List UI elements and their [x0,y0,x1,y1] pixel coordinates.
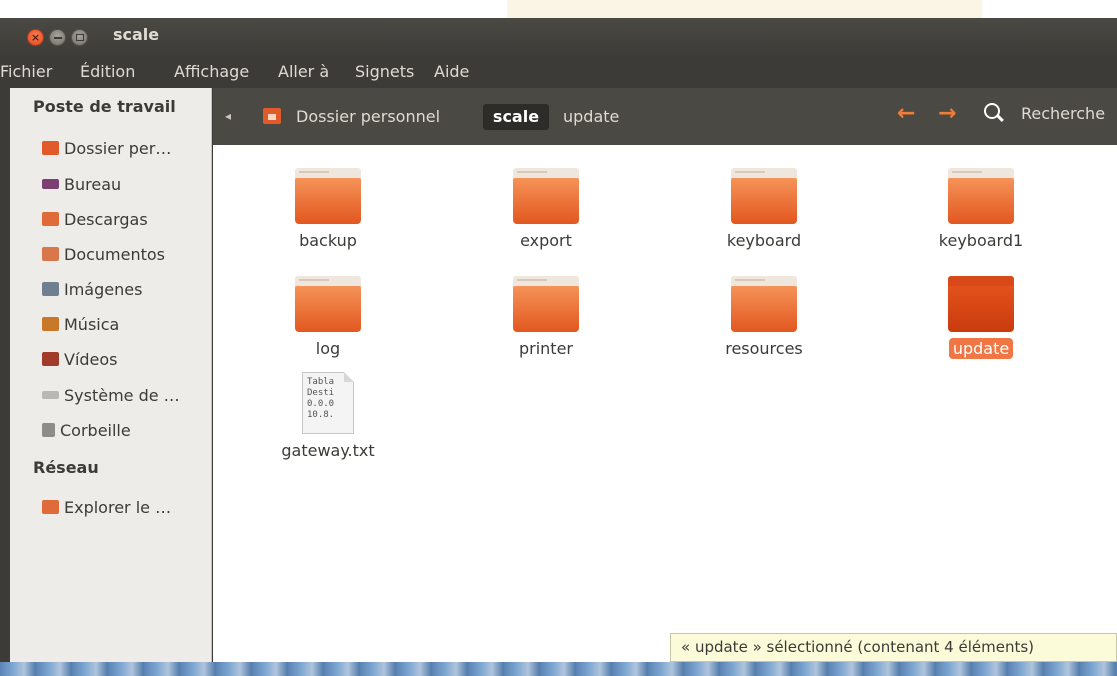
sidebar-item-corbeille[interactable]: Corbeille [42,417,131,443]
sidebar-item-label: Imágenes [64,279,143,299]
sidebar-item-label: Dossier per… [64,138,172,158]
file-name: keyboard [726,231,802,250]
sidebar-item-label: Système de … [64,385,180,405]
title-bar[interactable] [0,18,1117,58]
documents-folder-icon [42,247,59,261]
folder-icon [948,276,1014,332]
folder-icon [731,276,797,332]
file-item-update[interactable]: update [911,276,1051,359]
folder-icon [948,168,1014,224]
sidebar-item-systeme[interactable]: Système de … [42,382,180,408]
folder-icon [731,168,797,224]
file-item-keyboard1[interactable]: keyboard1 [911,168,1051,251]
desktop-icon [42,179,59,189]
search-label[interactable]: Recherche [1021,104,1105,123]
sidebar-item-label: Explorer le … [64,497,172,517]
sidebar-item-videos[interactable]: Vídeos [42,346,118,372]
file-name: keyboard1 [938,231,1024,250]
videos-folder-icon [42,352,59,366]
menu-signets[interactable]: Signets [355,62,414,81]
downloads-folder-icon [42,212,59,226]
sidebar-item-documentos[interactable]: Documentos [42,241,165,267]
folder-icon [513,168,579,224]
menu-affichage[interactable]: Affichage [174,62,249,81]
file-item-backup[interactable]: backup [258,168,398,251]
status-bar: « update » sélectionné (contenant 4 élém… [670,633,1117,662]
menu-bar [0,58,1117,88]
trash-icon [42,423,55,437]
file-preview-line: 10.8. [307,410,335,420]
file-item-gateway-txt[interactable]: Tabla Desti 0.0.0 10.8. gateway.txt [258,372,398,461]
minimize-icon [54,37,62,39]
sidebar-item-musica[interactable]: Música [42,311,119,337]
search-icon[interactable] [984,103,1000,119]
menu-edition[interactable]: Édition [80,62,135,81]
home-folder-icon [263,108,281,124]
sidebar-item-label: Música [64,314,120,334]
crumb-dossier-personnel[interactable]: Dossier personnel [296,104,440,130]
folder-icon [513,276,579,332]
file-manager-window: × scale Fichier Édition Affichage Aller … [0,0,1117,676]
sidebar-item-label: Descargas [64,209,148,229]
maximize-icon [76,34,84,41]
sidebar-item-label: Corbeille [60,420,131,440]
sidebar-item-imagenes[interactable]: Imágenes [42,276,142,302]
sidebar: Poste de travail Dossier per… Bureau Des… [10,88,212,662]
filesystem-icon [42,391,59,399]
sidebar-item-home[interactable]: Dossier per… [42,135,171,161]
file-preview-line: 0.0.0 [307,399,335,409]
file-name: resources [725,339,803,358]
file-name: printer [518,339,573,358]
file-item-printer[interactable]: printer [476,276,616,359]
maximize-window-button[interactable] [71,29,88,46]
menu-aide[interactable]: Aide [434,62,469,81]
file-item-log[interactable]: log [258,276,398,359]
file-name: log [315,339,341,358]
menu-aller-a[interactable]: Aller à [278,62,329,81]
path-scroll-left-icon[interactable]: ◂ [225,109,231,123]
sidebar-item-label: Bureau [64,174,122,194]
minimize-window-button[interactable] [49,29,66,46]
text-file-icon: Tabla Desti 0.0.0 10.8. [302,372,354,434]
close-window-button[interactable]: × [27,29,44,46]
file-item-keyboard[interactable]: keyboard [694,168,834,251]
desktop-wallpaper-strip [0,662,1117,676]
file-name: update [948,338,1014,359]
sidebar-heading-network: Réseau [33,458,99,477]
sidebar-item-network[interactable]: Explorer le … [42,494,171,520]
file-name: gateway.txt [281,441,375,460]
network-icon [42,500,59,514]
folder-icon [295,168,361,224]
file-name: export [520,231,572,250]
file-item-export[interactable]: export [476,168,616,251]
file-preview-line: Tabla [307,377,335,387]
sidebar-item-bureau[interactable]: Bureau [42,171,121,197]
folder-icon [295,276,361,332]
home-folder-icon [42,141,59,155]
menu-fichier[interactable]: Fichier [0,62,52,81]
sidebar-item-label: Vídeos [64,349,118,369]
file-item-resources[interactable]: resources [694,276,834,359]
window-title: scale [113,25,160,44]
sidebar-item-label: Documentos [64,244,166,264]
crumb-scale[interactable]: scale [483,104,549,130]
back-arrow-icon[interactable]: ← [897,101,915,126]
close-icon: × [30,31,41,44]
pictures-folder-icon [42,282,59,296]
sidebar-heading-places: Poste de travail [33,97,176,116]
desktop-top-strip [0,0,1117,18]
sidebar-item-descargas[interactable]: Descargas [42,206,148,232]
forward-arrow-icon[interactable]: → [938,101,956,126]
file-preview-line: Desti [307,388,335,398]
crumb-update[interactable]: update [563,104,619,130]
file-name: backup [299,231,357,250]
music-folder-icon [42,317,59,331]
